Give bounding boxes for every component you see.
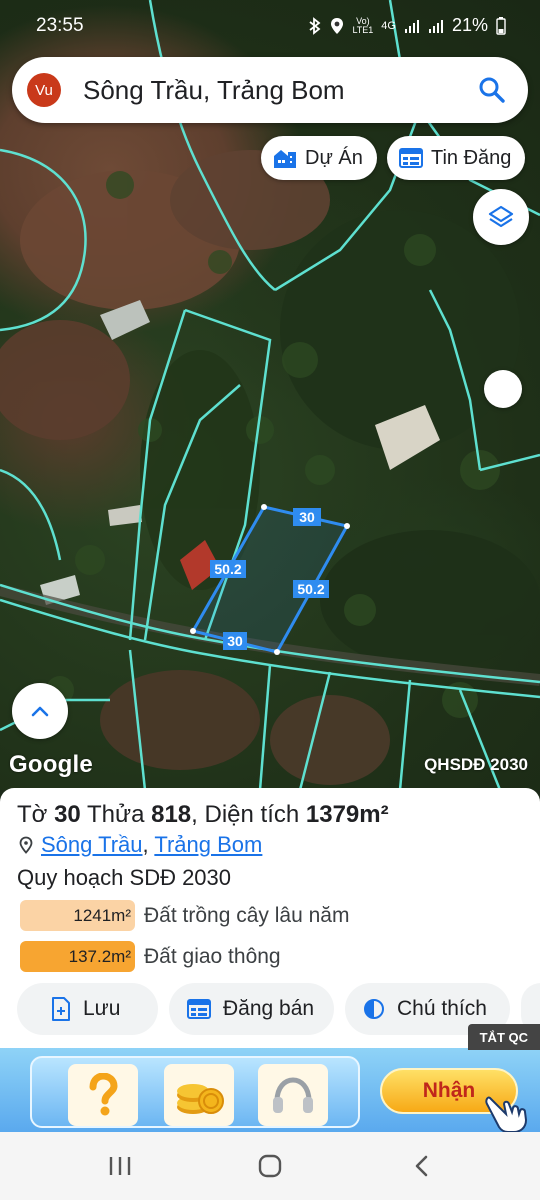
parcel-title: Tờ 30 Thửa 818, Diện tích 1379m² [17,801,389,828]
map-toggle-button[interactable] [484,370,522,408]
search-bar[interactable]: Vu Sông Trầu, Trảng Bom [12,57,528,123]
land-use-area-badge: 1241m² [20,900,135,931]
map-layer-label: QHSDĐ 2030 [424,755,528,774]
location-icon [331,17,344,34]
recent-apps-button[interactable] [100,1150,140,1182]
avatar[interactable]: Vu [27,73,61,107]
thua-value: 818 [151,801,192,828]
search-button[interactable] [468,66,516,114]
chip-du-an-label: Dự Án [305,146,363,169]
land-use-label: Đất giao thông [144,944,281,968]
thua-label: Thửa [87,801,145,828]
battery-percent: 21% [451,15,488,35]
status-time: 23:55 [36,15,84,36]
signal-icon [404,19,419,33]
volte-icon: Vo) LTE1 [352,15,374,35]
plan-title: Quy hoạch SDĐ 2030 [17,865,232,890]
land-use-area-badge: 137.2m² [20,941,135,972]
half-circle-icon [364,999,384,1019]
chip-tin-dang[interactable]: Tin Đăng [387,136,526,180]
coins-icon [177,1084,224,1114]
4g-icon: 4G [381,19,396,32]
search-icon [479,77,505,103]
listing-icon [399,148,423,168]
land-use-label: Đất trồng cây lâu năm [144,903,350,927]
battery-icon [496,16,506,35]
map-view[interactable]: 30 50.2 50.2 30 23:55 Vo) LTE1 4G 21% Vu… [0,0,540,790]
ad-banner[interactable]: TẮT QC Nhận [0,1024,540,1133]
edge-label-bottom: 30 [223,632,247,650]
save-file-icon [52,997,70,1021]
land-use-row: 137.2m² Đất giao thông [20,941,281,972]
home-button[interactable] [250,1150,290,1182]
ward-link[interactable]: Sông Trầu [41,832,143,857]
district-link[interactable]: Trảng Bom [154,832,262,857]
post-sale-button[interactable]: Đăng bán [169,983,334,1035]
edge-label-left: 50.2 [210,560,246,578]
area-value: 1379m² [305,801,389,828]
ad-tile [68,1064,138,1126]
bluetooth-icon [309,16,321,35]
search-input[interactable]: Sông Trầu, Trảng Bom [83,75,468,106]
home-icon [258,1154,282,1178]
edge-label-top: 30 [293,508,321,526]
to-value: 30 [54,801,81,828]
back-button[interactable] [402,1150,442,1182]
ad-tile [258,1064,328,1126]
save-button-label: Lưu [83,997,121,1020]
expand-up-button[interactable] [12,683,68,739]
status-icons: Vo) LTE1 4G 21% [308,15,506,36]
back-icon [415,1155,428,1177]
signal-icon [428,19,443,33]
layers-button[interactable] [473,189,529,245]
parcel-address: Sông Trầu, Trảng Bom [19,832,262,858]
recent-apps-icon [109,1157,131,1175]
layers-icon [488,205,514,228]
to-label: Tờ [17,801,48,828]
edge-label-right: 50.2 [293,580,329,598]
close-ad-button[interactable]: TẮT QC [467,1024,540,1050]
area-label: Diện tích [204,801,300,828]
location-pin-icon [19,836,33,854]
address-separator: , [142,832,149,857]
post-sale-label: Đăng bán [223,997,315,1020]
status-bar: 23:55 Vo) LTE1 4G 21% [0,0,540,52]
calendar-list-icon [187,999,211,1019]
building-icon [274,150,296,168]
google-logo: Google [9,751,93,778]
chevron-up-icon [31,706,49,717]
parcel-info-panel: Tờ 30 Thửa 818, Diện tích 1379m² Sông Tr… [0,788,540,1048]
chip-du-an[interactable]: Dự Án [261,136,377,180]
legend-label: Chú thích [397,997,487,1020]
land-use-row: 1241m² Đất trồng cây lâu năm [20,900,349,931]
system-nav-bar [0,1132,540,1200]
save-button[interactable]: Lưu [17,983,158,1035]
pointing-hand-icon [485,1096,528,1133]
chip-tin-dang-label: Tin Đăng [431,146,512,169]
headphones-icon [273,1077,313,1113]
question-mark-icon [89,1073,118,1116]
ad-tile [164,1064,234,1126]
